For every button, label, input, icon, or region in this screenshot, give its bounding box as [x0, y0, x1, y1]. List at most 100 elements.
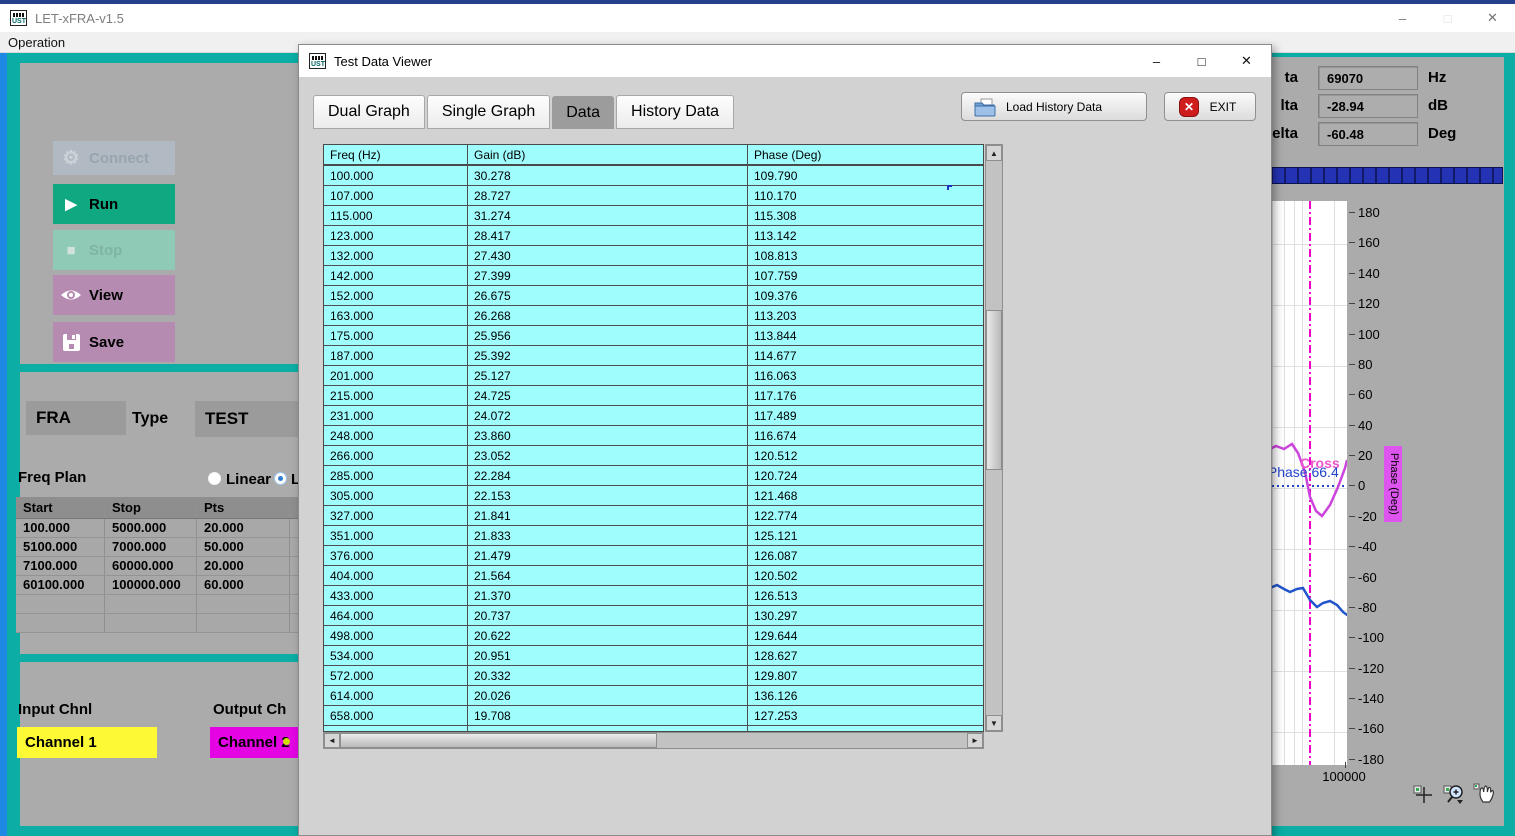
- minimize-button[interactable]: –: [1380, 4, 1425, 32]
- exit-button[interactable]: ✕ EXIT: [1164, 92, 1256, 121]
- table-row[interactable]: 376.000 21.479 126.087: [324, 546, 983, 566]
- run-button[interactable]: ▶ Run: [53, 184, 175, 224]
- table-row[interactable]: 142.000 27.399 107.759: [324, 266, 983, 286]
- cell-freq: 142.000: [324, 266, 468, 285]
- plan-row[interactable]: 7100.000 60000.000 20.000: [16, 557, 316, 576]
- load-history-data-button[interactable]: Load History Data: [961, 92, 1147, 121]
- delta-gain-value[interactable]: -28.94: [1318, 94, 1418, 118]
- cell-freq: 327.000: [324, 506, 468, 525]
- run-label: Run: [89, 196, 118, 213]
- table-row[interactable]: 285.000 22.284 120.724: [324, 466, 983, 486]
- dialog-titlebar: UST Test Data Viewer – □ ✕: [299, 45, 1271, 77]
- input-channel-select[interactable]: Channel 1: [17, 727, 157, 758]
- left-edge-strip: [0, 53, 7, 836]
- scroll-up-arrow[interactable]: ▲: [986, 145, 1002, 161]
- save-button[interactable]: Save: [53, 322, 175, 362]
- table-row[interactable]: 572.000 20.332 129.807: [324, 666, 983, 686]
- plan-row[interactable]: 60100.000 100000.000 60.000: [16, 576, 316, 595]
- eye-icon: [53, 287, 89, 303]
- table-row[interactable]: 614.000 20.026 136.126: [324, 686, 983, 706]
- table-row[interactable]: 498.000 20.622 129.644: [324, 626, 983, 646]
- cell-phase: 109.376: [748, 286, 983, 305]
- deg-unit: Deg: [1428, 125, 1456, 142]
- table-row[interactable]: 115.000 31.274 115.308: [324, 206, 983, 226]
- table-row[interactable]: 404.000 21.564 120.502: [324, 566, 983, 586]
- table-row[interactable]: 464.000 20.737 130.297: [324, 606, 983, 626]
- table-row[interactable]: 107.000 28.727 110.170: [324, 186, 983, 206]
- fra-box[interactable]: FRA: [26, 401, 126, 435]
- y-tick: -100: [1349, 630, 1397, 645]
- cell-phase: 109.790: [748, 166, 983, 185]
- scroll-down-arrow[interactable]: ▼: [986, 715, 1002, 731]
- crosshair-tool-icon[interactable]: [1412, 782, 1436, 806]
- delta-freq-value[interactable]: 69070: [1318, 66, 1418, 90]
- stop-button[interactable]: ■ Stop: [53, 230, 175, 270]
- view-label: View: [89, 287, 123, 304]
- table-row[interactable]: 305.000 22.153 121.468: [324, 486, 983, 506]
- table-row[interactable]: 266.000 23.052 120.512: [324, 446, 983, 466]
- cell-phase: 114.677: [748, 346, 983, 365]
- plan-row[interactable]: [16, 614, 316, 633]
- table-row[interactable]: 433.000 21.370 126.513: [324, 586, 983, 606]
- table-row[interactable]: 187.000 25.392 114.677: [324, 346, 983, 366]
- cell-freq: 404.000: [324, 566, 468, 585]
- stop-label: Stop: [89, 242, 122, 259]
- table-row[interactable]: 215.000 24.725 117.176: [324, 386, 983, 406]
- horizontal-scroll-thumb[interactable]: [340, 733, 657, 748]
- dialog-minimize-button[interactable]: –: [1134, 45, 1179, 77]
- col-gain[interactable]: Gain (dB): [468, 145, 748, 164]
- connect-button[interactable]: ⚙ Connect: [53, 141, 175, 175]
- radio-log[interactable]: [274, 472, 287, 485]
- cell-phase: 116.063: [748, 366, 983, 385]
- table-row[interactable]: 100.000 30.278 109.790: [324, 166, 983, 186]
- zoom-tool-icon[interactable]: [1442, 782, 1466, 806]
- cell-freq: 376.000: [324, 546, 468, 565]
- maximize-button[interactable]: □: [1425, 4, 1470, 32]
- plan-row[interactable]: 100.000 5000.000 20.000: [16, 519, 316, 538]
- table-row[interactable]: 231.000 24.072 117.489: [324, 406, 983, 426]
- cell-gain: 24.072: [468, 406, 748, 425]
- plan-row[interactable]: [16, 595, 316, 614]
- cell-gain: 31.274: [468, 206, 748, 225]
- table-row[interactable]: 123.000 28.417 113.142: [324, 226, 983, 246]
- col-freq[interactable]: Freq (Hz): [324, 145, 468, 164]
- cell-phase: 120.724: [748, 466, 983, 485]
- table-row[interactable]: 351.000 21.833 125.121: [324, 526, 983, 546]
- delta-phase-value[interactable]: -60.48: [1318, 122, 1418, 146]
- stop-icon: ■: [53, 242, 89, 259]
- dialog-maximize-button[interactable]: □: [1179, 45, 1224, 77]
- table-row[interactable]: 163.000 26.268 113.203: [324, 306, 983, 326]
- dialog-close-button[interactable]: ✕: [1224, 45, 1269, 77]
- plan-row[interactable]: 5100.000 7000.000 50.000: [16, 538, 316, 557]
- cell-freq: 305.000: [324, 486, 468, 505]
- col-phase[interactable]: Phase (Deg): [748, 145, 983, 164]
- table-row[interactable]: 658.000 19.708 127.253: [324, 706, 983, 726]
- table-row[interactable]: 152.000 26.675 109.376: [324, 286, 983, 306]
- horizontal-scrollbar[interactable]: ◄ ►: [323, 732, 984, 749]
- view-button[interactable]: View: [53, 275, 175, 315]
- table-row[interactable]: 201.000 25.127 116.063: [324, 366, 983, 386]
- cell-freq: 231.000: [324, 406, 468, 425]
- scroll-left-arrow[interactable]: ◄: [324, 733, 340, 748]
- table-row[interactable]: 248.000 23.860 116.674: [324, 426, 983, 446]
- pan-hand-tool-icon[interactable]: [1472, 782, 1496, 806]
- radio-linear[interactable]: [208, 472, 221, 485]
- table-row[interactable]: 327.000 21.841 122.774: [324, 506, 983, 526]
- table-row[interactable]: 534.000 20.951 128.627: [324, 646, 983, 666]
- menu-operation[interactable]: Operation: [0, 35, 73, 50]
- vertical-scrollbar[interactable]: ▲ ▼: [985, 144, 1003, 732]
- close-button[interactable]: ✕: [1470, 4, 1515, 32]
- scroll-right-arrow[interactable]: ►: [967, 733, 983, 748]
- cell-freq: 572.000: [324, 666, 468, 685]
- main-titlebar: UST LET-xFRA-v1.5 – □ ✕: [0, 4, 1515, 32]
- tab-history-data[interactable]: History Data: [616, 95, 734, 129]
- cell-phase: 129.644: [748, 626, 983, 645]
- vertical-scroll-thumb[interactable]: [986, 310, 1002, 470]
- table-row[interactable]: 132.000 27.430 108.813: [324, 246, 983, 266]
- cell-gain: 21.833: [468, 526, 748, 545]
- table-row[interactable]: 175.000 25.956 113.844: [324, 326, 983, 346]
- tab-dual-graph[interactable]: Dual Graph: [313, 95, 425, 129]
- tab-data[interactable]: Data: [552, 96, 614, 129]
- tab-single-graph[interactable]: Single Graph: [427, 95, 550, 129]
- phase-plot-area[interactable]: [1262, 201, 1347, 765]
